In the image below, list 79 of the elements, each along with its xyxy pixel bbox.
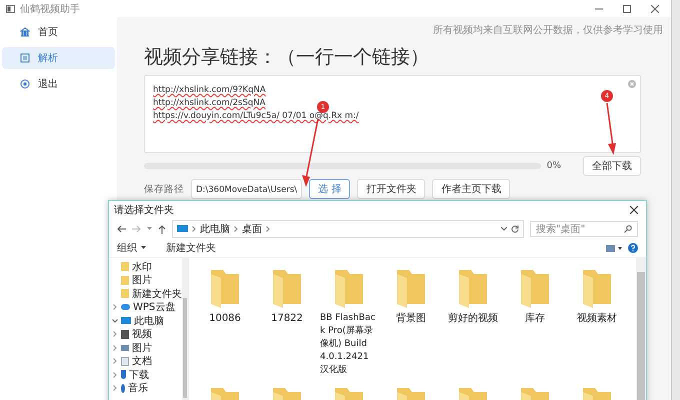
bank-icon <box>20 27 30 37</box>
folder-icon[interactable] <box>581 268 613 308</box>
clear-icon[interactable] <box>628 80 636 88</box>
link-line: http://xhslink.com/2sSqNA <box>153 98 266 108</box>
folder-label[interactable]: 视频素材 <box>568 312 626 325</box>
document-icon <box>121 356 129 366</box>
search-icon <box>624 225 632 233</box>
view-icon[interactable] <box>606 244 622 252</box>
search-field[interactable]: 搜索"桌面" <box>530 221 638 237</box>
notice-text: 所有视频均来自互联网公开数据，仅供参考学习使用 <box>432 24 663 37</box>
toolbar-button[interactable]: 组织 <box>115 241 139 255</box>
expanded-chevron-icon[interactable] <box>112 318 118 324</box>
collapsed-chevron-icon[interactable] <box>112 304 118 310</box>
folder-label[interactable]: 剪好的视频 <box>444 312 502 325</box>
save-path-field[interactable]: D:\360MoveData\Users\ <box>191 179 302 199</box>
nav-item[interactable]: 音乐 <box>109 382 182 395</box>
back-arrow-icon[interactable] <box>117 225 126 233</box>
caret-icon <box>141 246 146 250</box>
annotation-arrow <box>605 103 619 155</box>
document-icon <box>20 53 30 63</box>
forward-arrow-icon[interactable] <box>132 225 141 233</box>
action-button[interactable]: 选 择 <box>309 179 350 199</box>
collapsed-chevron-icon[interactable] <box>112 358 118 364</box>
nav-item[interactable]: 图片 <box>109 274 182 287</box>
collapsed-chevron-icon[interactable] <box>112 372 118 378</box>
nav-item[interactable]: 视频 <box>109 328 182 341</box>
folder-icon[interactable] <box>457 268 489 308</box>
chevron-right-icon <box>192 226 196 232</box>
link-line: https://v.douyin.com/LTu9c5a/ 07/01 o@q.Rx m:/ <box>153 111 359 121</box>
folder-label[interactable]: 17822 <box>258 312 316 325</box>
close-icon[interactable] <box>651 4 659 12</box>
window-title: 仙鹤视频助手 <box>20 2 80 16</box>
action-button[interactable]: 打开文件夹 <box>357 179 426 199</box>
app-icon <box>6 4 15 12</box>
folder-label[interactable]: 10086 <box>196 312 254 325</box>
nav-item[interactable]: 图片 <box>109 341 182 354</box>
nav-item[interactable]: WPS云盘 <box>109 300 182 314</box>
chevron-right-icon <box>266 226 270 232</box>
scrollbar[interactable] <box>636 258 646 400</box>
folder-icon[interactable] <box>271 268 303 308</box>
folder-icon[interactable] <box>209 268 241 308</box>
sidebar-item[interactable]: 解析 <box>2 47 115 69</box>
chevron-right-icon <box>234 226 238 232</box>
folder-label[interactable]: 背景图 <box>382 312 440 325</box>
close-icon[interactable] <box>630 206 638 214</box>
save-path-label: 保存路径 <box>144 182 184 196</box>
collapsed-chevron-icon[interactable] <box>112 331 118 338</box>
folder-label[interactable]: 库存 <box>506 312 564 325</box>
download-all-button[interactable]: 全部下载 <box>583 156 641 176</box>
nav-item[interactable]: 新建文件夹 <box>109 287 182 300</box>
address-bar[interactable]: 此电脑 桌面 <box>172 220 524 238</box>
refresh-icon[interactable] <box>511 225 519 233</box>
sidebar-item[interactable]: 退出 <box>2 73 115 95</box>
collapsed-chevron-icon[interactable] <box>112 385 118 392</box>
up-arrow-icon[interactable] <box>158 224 166 234</box>
heading: 视频分享链接：（一行一个链接） <box>144 45 430 70</box>
progress-reading: 0% <box>546 161 561 171</box>
breadcrumb-item[interactable]: 桌面 <box>242 222 262 236</box>
folder-icon[interactable] <box>333 268 365 308</box>
caret-icon[interactable] <box>501 227 507 231</box>
nav-item[interactable]: 文档 <box>109 354 182 368</box>
caret-icon[interactable] <box>147 227 152 231</box>
nav-item[interactable]: 下载 <box>109 368 182 382</box>
breadcrumb-item[interactable]: 此电脑 <box>200 222 230 236</box>
scrollbar[interactable] <box>182 258 188 400</box>
folder-label[interactable]: BB FlashBack Pro(屏幕录像机) Build 4.0.1.2421 汉化版 <box>320 312 378 377</box>
nav-item[interactable]: 水印 <box>109 260 182 274</box>
nav-item[interactable]: 此电脑 <box>109 314 182 328</box>
collapsed-chevron-icon[interactable] <box>112 344 118 351</box>
sidebar-item[interactable]: 首页 <box>2 21 115 43</box>
folder-icon[interactable] <box>519 268 551 308</box>
dialog-title: 请选择文件夹 <box>114 204 174 217</box>
action-button[interactable]: 作者主页下载 <box>432 179 510 199</box>
maximize-icon[interactable] <box>623 4 631 12</box>
toolbar-button[interactable]: 新建文件夹 <box>164 241 218 255</box>
radio-circle-icon <box>20 79 30 89</box>
folder-icon[interactable] <box>395 268 427 308</box>
help-icon[interactable] <box>628 243 638 253</box>
link-line: http://xhslink.com/9?KqNA <box>153 85 266 95</box>
